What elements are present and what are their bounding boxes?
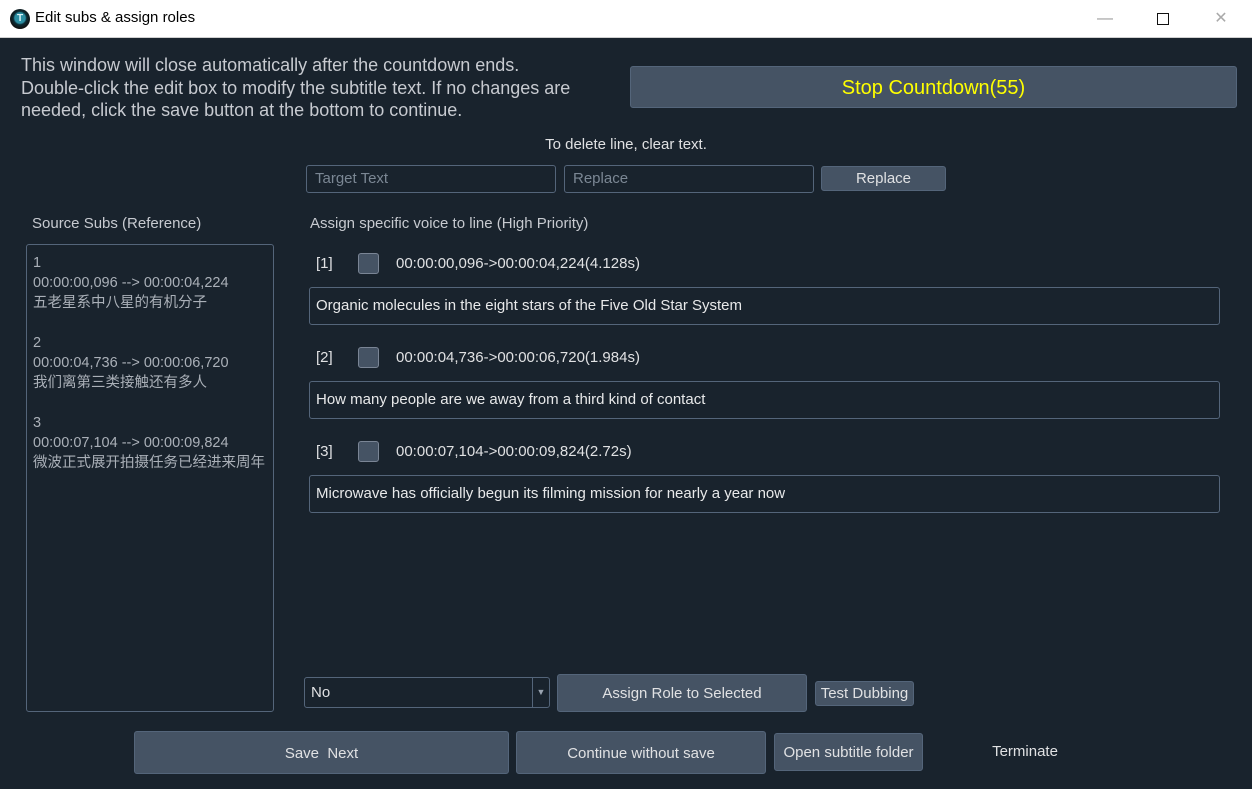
- continue-without-save-button[interactable]: Continue without save: [516, 731, 766, 774]
- source-sub-block: 2 00:00:04,736 --> 00:00:06,720 我们离第三类接触…: [33, 333, 267, 393]
- stop-countdown-button[interactable]: Stop Countdown(55): [630, 66, 1237, 108]
- line-timestamp: 00:00:07,104->00:00:09,824(2.72s): [396, 443, 632, 460]
- line-select-checkbox[interactable]: [358, 347, 379, 368]
- delete-hint: To delete line, clear text.: [545, 136, 707, 153]
- role-select[interactable]: No ▼: [304, 677, 550, 708]
- assign-voice-label: Assign specific voice to line (High Prio…: [310, 215, 589, 232]
- target-text-input[interactable]: Target Text: [306, 165, 556, 193]
- line-index: [2]: [316, 349, 333, 366]
- source-sub-index: 3: [33, 415, 42, 431]
- maximize-icon: [1157, 13, 1169, 25]
- countdown-info: This window will close automatically aft…: [21, 54, 621, 122]
- app-logo-icon: T: [10, 9, 30, 29]
- line-index: [1]: [316, 255, 333, 272]
- subtitle-text-field[interactable]: Organic molecules in the eight stars of …: [309, 287, 1220, 325]
- source-sub-block: 3 00:00:07,104 --> 00:00:09,824 微波正式展开拍摄…: [33, 413, 267, 473]
- minimize-button[interactable]: —: [1076, 0, 1134, 38]
- subtitle-text-field[interactable]: Microwave has officially begun its filmi…: [309, 475, 1220, 513]
- open-subtitle-folder-button[interactable]: Open subtitle folder: [774, 733, 923, 771]
- role-select-value: No: [311, 684, 331, 701]
- save-next-button[interactable]: Save Next: [134, 731, 509, 774]
- test-dubbing-button[interactable]: Test Dubbing: [815, 681, 914, 706]
- source-sub-index: 2: [33, 335, 42, 351]
- replace-button[interactable]: Replace: [821, 166, 946, 191]
- info-line: needed, click the save button at the bot…: [21, 100, 463, 120]
- line-timestamp: 00:00:04,736->00:00:06,720(1.984s): [396, 349, 640, 366]
- subtitle-text-field[interactable]: How many people are we away from a third…: [309, 381, 1220, 419]
- source-sub-time: 00:00:00,096 --> 00:00:04,224: [33, 275, 229, 291]
- source-sub-text: 五老星系中八星的有机分子: [33, 295, 207, 311]
- source-sub-time: 00:00:07,104 --> 00:00:09,824: [33, 435, 229, 451]
- source-sub-time: 00:00:04,736 --> 00:00:06,720: [33, 355, 229, 371]
- replace-text-input[interactable]: Replace: [564, 165, 814, 193]
- assign-role-button[interactable]: Assign Role to Selected: [557, 674, 807, 712]
- source-subs-textbox[interactable]: 1 00:00:00,096 --> 00:00:04,224 五老星系中八星的…: [26, 244, 274, 712]
- terminate-button[interactable]: Terminate: [975, 743, 1075, 760]
- line-select-checkbox[interactable]: [358, 253, 379, 274]
- source-sub-block: 1 00:00:00,096 --> 00:00:04,224 五老星系中八星的…: [33, 253, 267, 313]
- line-index: [3]: [316, 443, 333, 460]
- info-line: This window will close automatically aft…: [21, 55, 520, 75]
- source-sub-text: 我们离第三类接触还有多人: [33, 375, 207, 391]
- save-next-label: Save Next: [284, 745, 359, 762]
- window-title: Edit subs & assign roles: [35, 9, 196, 26]
- info-line: Double-click the edit box to modify the …: [21, 77, 571, 98]
- line-timestamp: 00:00:00,096->00:00:04,224(4.128s): [396, 255, 640, 272]
- close-button[interactable]: ✕: [1192, 0, 1250, 38]
- line-select-checkbox[interactable]: [358, 441, 379, 462]
- source-sub-text: 微波正式展开拍摄任务已经进来周年: [33, 455, 265, 471]
- maximize-button[interactable]: [1134, 0, 1192, 38]
- title-bar: T Edit subs & assign roles — ✕: [0, 0, 1252, 38]
- chevron-down-icon[interactable]: ▼: [532, 678, 549, 707]
- source-subs-label: Source Subs (Reference): [32, 215, 202, 232]
- source-sub-index: 1: [33, 255, 42, 271]
